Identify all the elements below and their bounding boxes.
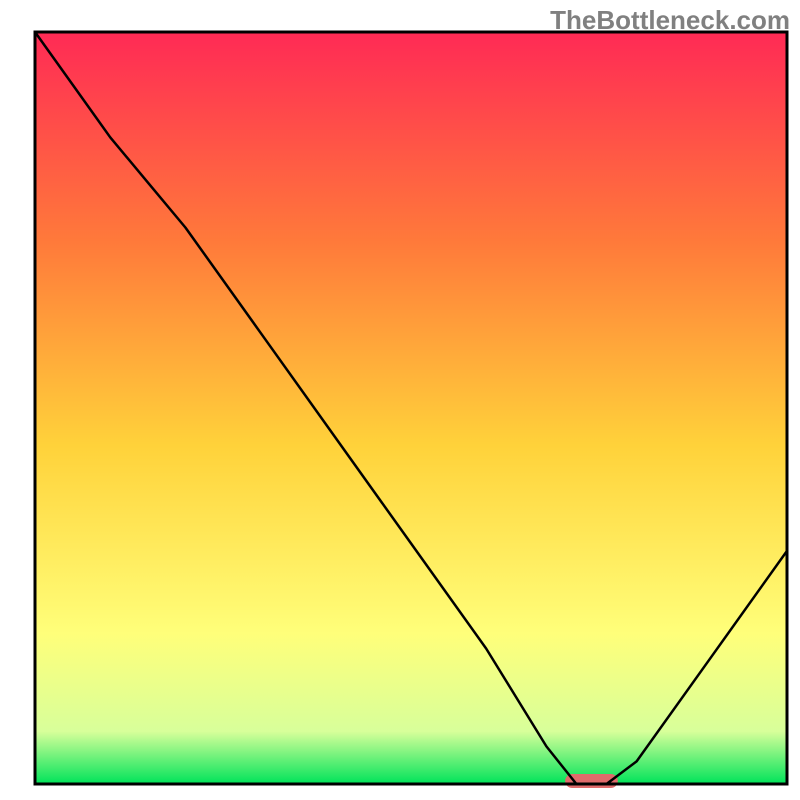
- plot-background: [35, 32, 787, 784]
- watermark-text: TheBottleneck.com: [550, 5, 790, 36]
- bottleneck-curve-chart: [0, 0, 800, 800]
- chart-stage: TheBottleneck.com: [0, 0, 800, 800]
